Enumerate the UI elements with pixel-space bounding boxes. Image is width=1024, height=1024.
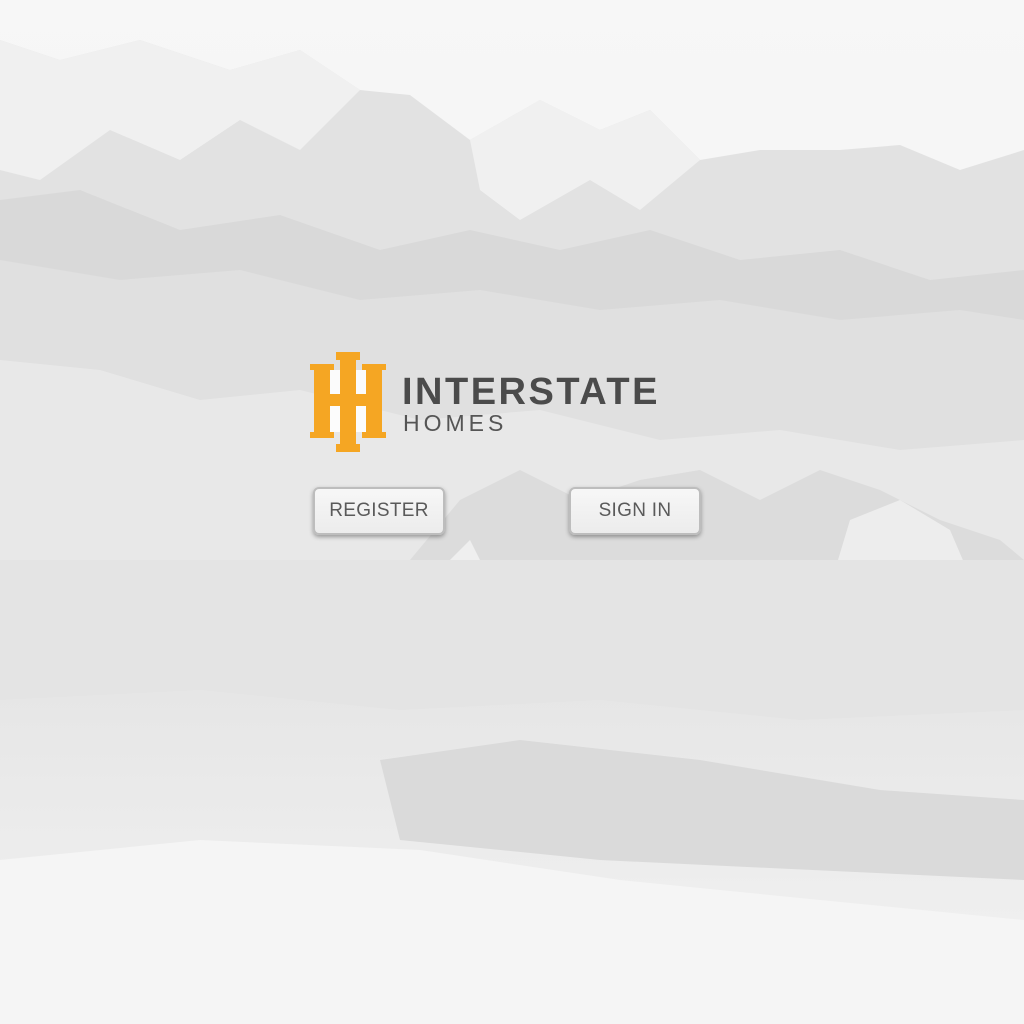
landing-screen: INTERSTATE HOMES REGISTER SIGN IN — [0, 0, 1024, 1024]
h-monogram-icon — [310, 352, 386, 452]
sign-in-button[interactable]: SIGN IN — [569, 487, 701, 535]
brand-subline: HOMES — [403, 410, 508, 436]
register-button[interactable]: REGISTER — [313, 487, 445, 535]
mountain-landscape-background — [0, 0, 1024, 1024]
brand-wordmark: INTERSTATE — [402, 371, 660, 413]
interstate-homes-logo: INTERSTATE HOMES — [310, 350, 710, 454]
